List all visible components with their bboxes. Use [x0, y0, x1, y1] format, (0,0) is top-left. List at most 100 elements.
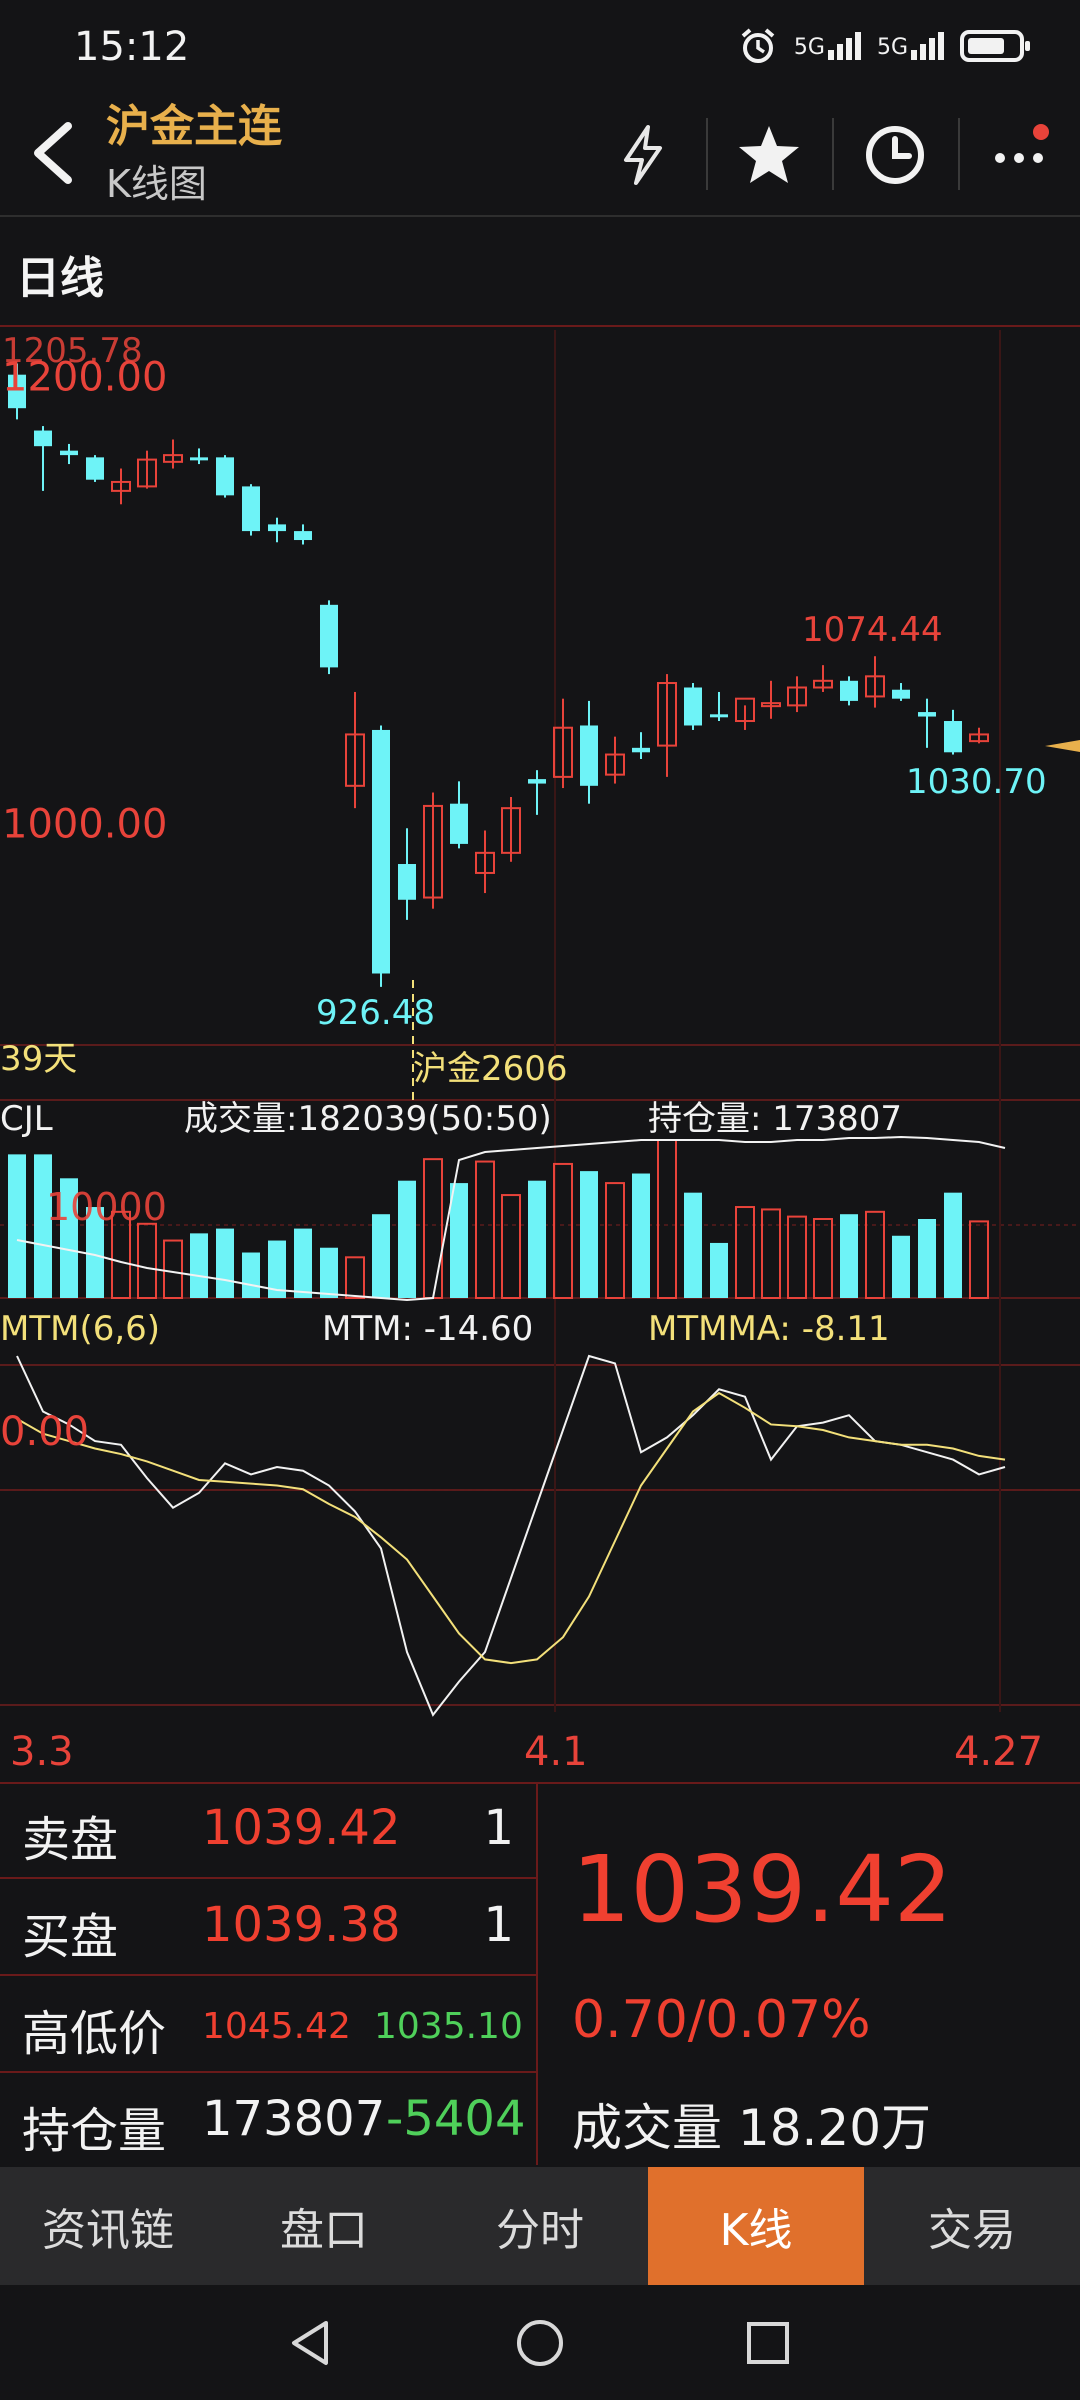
candle-body	[684, 687, 702, 726]
mtmma-line	[16, 1391, 1006, 1665]
last-price: 1039.42	[572, 1836, 953, 1943]
candle-body	[216, 457, 234, 496]
star-icon	[739, 126, 799, 183]
x-label-end: 4.27	[954, 1729, 1043, 1775]
quote-divider	[536, 1782, 538, 2165]
volume-bar	[190, 1233, 208, 1298]
more-icon	[995, 124, 1049, 163]
last-price-marker	[1045, 740, 1080, 752]
volume-bar	[501, 1194, 521, 1299]
chevron-left-icon	[34, 122, 72, 184]
volume-bar	[944, 1192, 962, 1298]
contract-switch-label: 沪金2606	[413, 1049, 568, 1089]
volume-summary-value: 18.20万	[737, 2099, 932, 2157]
candle-body	[242, 486, 260, 532]
tab-orderbook[interactable]: 盘口	[216, 2167, 432, 2285]
volume-bar	[8, 1154, 26, 1298]
volume-summary: 成交量 18.20万	[572, 2088, 931, 2160]
clock-icon	[866, 126, 924, 184]
candle-body	[840, 680, 858, 701]
tab-kline[interactable]: K线	[648, 2167, 864, 2285]
volume-bar	[892, 1235, 910, 1298]
period-bar[interactable]	[0, 215, 1080, 327]
volume-bar	[372, 1214, 390, 1298]
period-label[interactable]: 日线	[16, 242, 104, 306]
status-time: 15:12	[74, 24, 190, 70]
candle-body	[450, 803, 468, 844]
top-value-label: 1205.78	[2, 331, 143, 371]
volume-bar	[840, 1214, 858, 1298]
volume-bar	[423, 1158, 443, 1299]
flash-button[interactable]	[608, 120, 678, 190]
chart-grid	[0, 330, 1080, 1712]
page-title: 沪金主连	[106, 101, 282, 152]
buy-price: 1039.38	[202, 1897, 401, 1953]
mtm-y-tick: 0.00	[0, 1409, 89, 1455]
volume-bar	[528, 1180, 546, 1298]
y-tick-label: 1000.00	[2, 802, 167, 848]
sell-price: 1039.42	[202, 1800, 401, 1856]
signal-icon-1: 5G	[794, 32, 861, 60]
buy-row[interactable]: 买盘 1039.38 1	[0, 1879, 536, 1976]
candle-body	[892, 689, 910, 699]
candle-body	[580, 725, 598, 786]
bottom-tabs: 资讯链 盘口 分时 K线 交易	[0, 2167, 1080, 2285]
kline-chart[interactable]: 1200.001000.001205.781074.44926.481030.7…	[0, 325, 1080, 1780]
volume-bar	[684, 1192, 702, 1298]
tab-intraday[interactable]: 分时	[432, 2167, 648, 2285]
volume-bar	[294, 1228, 312, 1298]
cjl-label: CJL	[0, 1099, 53, 1139]
header-divider	[706, 118, 708, 190]
back-button[interactable]	[24, 118, 84, 188]
volume-text: 成交量:182039(50:50)	[184, 1099, 552, 1139]
history-button[interactable]	[860, 120, 930, 190]
volume-bar	[345, 1256, 365, 1299]
volume-bar	[657, 1139, 677, 1299]
last-label: 1030.70	[906, 762, 1047, 802]
candle-body	[268, 524, 286, 532]
volume-bar	[605, 1182, 625, 1300]
status-bar: 15:12 5G 5G	[0, 0, 1080, 100]
candle-body	[918, 712, 936, 717]
more-button[interactable]	[985, 120, 1055, 190]
high-low-label: 高低价	[22, 2006, 167, 2062]
volume-bar	[163, 1239, 183, 1299]
candle-body	[710, 714, 728, 718]
tab-news[interactable]: 资讯链	[0, 2167, 216, 2285]
open-interest-row: 持仓量 173807 -5404	[0, 2073, 536, 2168]
volume-bar	[475, 1160, 495, 1299]
low-price: 1035.10	[374, 2006, 523, 2047]
favorite-button[interactable]	[734, 120, 804, 190]
buy-label: 买盘	[22, 1909, 119, 1965]
open-interest-text: 持仓量: 173807	[648, 1099, 902, 1139]
candle-body	[34, 430, 52, 447]
high-label: 1074.44	[802, 610, 943, 650]
volume-bar	[242, 1252, 260, 1298]
candle-body	[632, 747, 650, 753]
mtm-line	[16, 1354, 1006, 1717]
tab-trade[interactable]: 交易	[864, 2167, 1080, 2285]
volume-bar	[553, 1162, 573, 1300]
sell-row[interactable]: 卖盘 1039.42 1	[0, 1782, 536, 1879]
candle-body	[528, 779, 546, 784]
range-days-label: 39天	[0, 1039, 77, 1079]
candle-body	[944, 721, 962, 753]
page-subtitle: K线图	[106, 162, 207, 206]
system-nav-bar	[0, 2285, 1080, 2400]
nav-recents-icon[interactable]	[740, 2315, 796, 2371]
volume-bar	[450, 1183, 468, 1298]
candlestick-series	[8, 363, 989, 987]
volume-bar	[813, 1218, 833, 1299]
volume-bar	[216, 1228, 234, 1298]
status-icons: 5G 5G	[738, 26, 1030, 66]
open-interest-label: 持仓量	[22, 2103, 167, 2159]
candle-body	[372, 729, 390, 974]
volume-bar	[735, 1206, 755, 1299]
candle-body	[190, 457, 208, 461]
price-change: 0.70/0.07%	[572, 1990, 871, 2050]
nav-home-icon[interactable]	[512, 2315, 568, 2371]
alarm-icon	[741, 28, 775, 63]
battery-icon	[960, 30, 1030, 62]
nav-back-icon[interactable]	[282, 2315, 338, 2371]
mtm-label: MTM(6,6)	[0, 1309, 160, 1349]
